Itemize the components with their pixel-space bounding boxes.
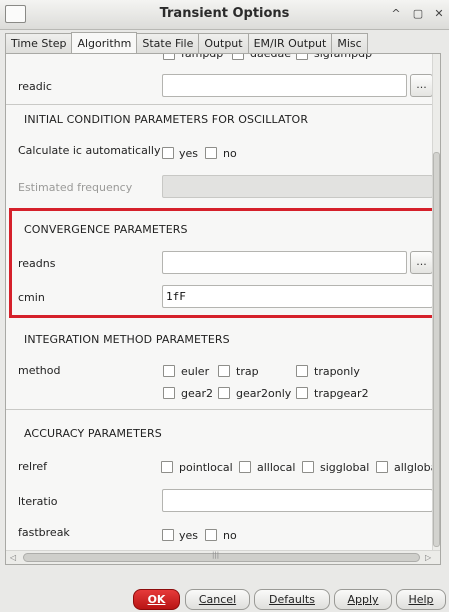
method-traponly-label: traponly xyxy=(314,365,360,378)
option-label-sigfampdp: sigfampdp xyxy=(314,54,372,60)
tab-misc[interactable]: Misc xyxy=(331,33,368,54)
readic-input[interactable] xyxy=(162,74,407,97)
relref-alllocal-checkbox[interactable] xyxy=(239,461,251,473)
fastbreak-yes-label: yes xyxy=(179,529,199,542)
calc-ic-yes-label: yes xyxy=(179,147,199,160)
title-bar: Transient Options ^ ▢ ✕ xyxy=(0,0,449,30)
fastbreak-no-checkbox[interactable] xyxy=(205,529,217,541)
relref-allglobal-checkbox[interactable] xyxy=(376,461,388,473)
relref-pointlocal-label: pointlocal xyxy=(179,461,233,474)
horizontal-scrollbar[interactable]: ◁ ||| ▷ xyxy=(6,550,440,564)
method-label: method xyxy=(18,364,61,377)
method-trap-label: trap xyxy=(236,365,259,378)
apply-button[interactable]: Apply xyxy=(334,589,392,610)
dialog-button-row: OK Cancel Defaults Apply Help xyxy=(0,588,449,612)
vertical-scrollbar[interactable] xyxy=(432,54,440,550)
checkbox-fampdp[interactable] xyxy=(163,54,175,60)
tab-bar: Time Step Algorithm State File Output EM… xyxy=(5,32,368,54)
calc-ic-label: Calculate ic automatically xyxy=(18,144,161,157)
lteratio-input[interactable] xyxy=(162,489,433,512)
ok-button[interactable]: OK xyxy=(133,589,180,610)
method-traponly-checkbox[interactable] xyxy=(296,365,308,377)
relref-pointlocal-checkbox[interactable] xyxy=(161,461,173,473)
relref-sigglobal-label: sigglobal xyxy=(320,461,370,474)
method-euler-checkbox[interactable] xyxy=(163,365,175,377)
relref-alllocal-label: alllocal xyxy=(257,461,296,474)
calc-ic-no-label: no xyxy=(223,147,237,160)
scroll-right-icon[interactable]: ▷ xyxy=(425,551,431,564)
maximize-icon[interactable]: ▢ xyxy=(411,7,425,21)
relref-label: relref xyxy=(18,460,48,473)
method-euler-label: euler xyxy=(181,365,210,378)
cancel-button[interactable]: Cancel xyxy=(185,589,250,610)
tab-algorithm[interactable]: Algorithm xyxy=(71,32,138,54)
fastbreak-no-label: no xyxy=(223,529,237,542)
oscillator-section-title: INITIAL CONDITION PARAMETERS FOR OSCILLA… xyxy=(24,113,309,126)
lteratio-label: lteratio xyxy=(18,495,58,508)
defaults-button[interactable]: Defaults xyxy=(254,589,330,610)
option-label-fampdp: fampdp xyxy=(181,54,223,60)
vertical-scrollbar-thumb[interactable] xyxy=(433,152,440,547)
scroll-left-icon[interactable]: ◁ xyxy=(10,551,16,564)
window-shade-icon[interactable]: ^ xyxy=(389,7,403,21)
scroll-content: fampdp daedae sigfampdp readic ... INITI… xyxy=(6,54,435,550)
accuracy-section-title: ACCURACY PARAMETERS xyxy=(24,427,162,440)
estimated-frequency-label: Estimated frequency xyxy=(18,181,133,194)
calc-ic-yes-checkbox[interactable] xyxy=(162,147,174,159)
tab-output[interactable]: Output xyxy=(198,33,249,54)
divider xyxy=(6,409,435,410)
checkbox-sigfampdp[interactable] xyxy=(296,54,308,60)
method-trap-checkbox[interactable] xyxy=(218,365,230,377)
horizontal-scrollbar-thumb[interactable]: ||| xyxy=(23,551,420,562)
relref-sigglobal-checkbox[interactable] xyxy=(302,461,314,473)
window-title: Transient Options xyxy=(159,6,290,21)
estimated-frequency-input xyxy=(162,175,433,198)
close-icon[interactable]: ✕ xyxy=(432,7,446,21)
integration-section-title: INTEGRATION METHOD PARAMETERS xyxy=(24,333,230,346)
tab-em-ir-output[interactable]: EM/IR Output xyxy=(247,33,333,54)
option-label-daedae: daedae xyxy=(250,54,291,60)
help-button[interactable]: Help xyxy=(396,589,446,610)
readic-browse-button[interactable]: ... xyxy=(410,74,433,97)
method-trapgear2-checkbox[interactable] xyxy=(296,387,308,399)
method-gear2only-label: gear2only xyxy=(236,387,292,400)
grip-icon: ||| xyxy=(212,551,220,559)
relref-allglobal-label: allglobal xyxy=(394,461,435,474)
readic-label: readic xyxy=(18,80,52,93)
divider xyxy=(6,104,435,105)
calc-ic-no-checkbox[interactable] xyxy=(205,147,217,159)
convergence-highlight-box xyxy=(9,208,435,318)
checkbox-daedae[interactable] xyxy=(232,54,244,60)
method-gear2-checkbox[interactable] xyxy=(163,387,175,399)
tab-state-file[interactable]: State File xyxy=(136,33,200,54)
algorithm-panel: fampdp daedae sigfampdp readic ... INITI… xyxy=(5,53,441,565)
fastbreak-label: fastbreak xyxy=(18,526,70,539)
tab-time-step[interactable]: Time Step xyxy=(5,33,73,54)
method-gear2-label: gear2 xyxy=(181,387,214,400)
method-gear2only-checkbox[interactable] xyxy=(218,387,230,399)
fastbreak-yes-checkbox[interactable] xyxy=(162,529,174,541)
method-trapgear2-label: trapgear2 xyxy=(314,387,369,400)
